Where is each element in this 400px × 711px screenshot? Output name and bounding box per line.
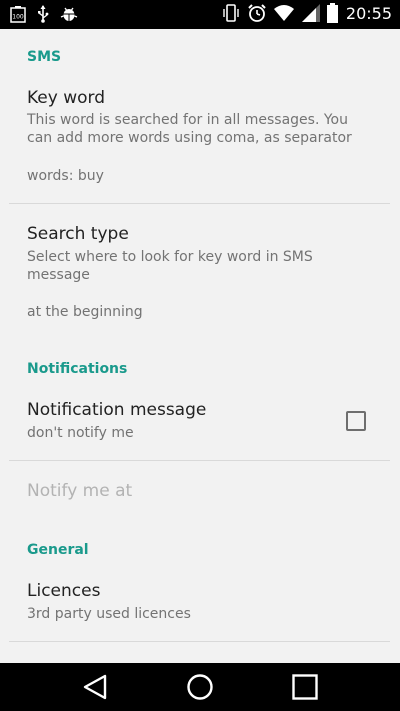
status-system-icons: 20:55 [221,3,392,23]
pref-search-type-value: at the beginning [27,304,143,320]
pref-licences-title: Licences [27,581,101,601]
navigation-bar [0,663,400,711]
recents-icon [292,674,318,700]
battery-full-notification-icon: 100 [10,6,26,23]
pref-key-word-value: words: buy [27,168,104,184]
pref-search-type-summary: Select where to look for key word in SMS… [27,249,313,283]
notification-message-checkbox[interactable] [346,411,366,431]
home-button[interactable] [183,671,217,703]
category-sms-header: SMS [27,49,62,65]
divider [9,203,390,204]
category-notifications-header: Notifications [27,361,128,377]
preferences-list: SMS Key word This word is searched for i… [0,29,400,663]
battery-icon [326,3,338,23]
back-button[interactable] [78,671,112,703]
usb-icon [38,5,49,23]
wifi-icon [273,5,294,21]
pref-notification-message-summary: don't notify me [27,425,134,441]
pref-key-word-summary: This word is searched for in all message… [27,112,352,146]
category-general-header: General [27,542,89,558]
back-icon [83,674,107,700]
status-bar: 100 20:55 [0,0,400,29]
alarm-icon [248,4,266,22]
recents-button[interactable] [288,671,322,703]
divider [9,460,390,461]
status-time: 20:55 [345,3,392,23]
vibrate-icon [223,4,239,22]
status-notifications: 100 [10,5,78,23]
android-debug-icon [60,7,78,21]
pref-key-word-title: Key word [27,88,106,108]
pref-search-type-title: Search type [27,224,129,244]
divider [9,641,390,642]
pref-licences-summary: 3rd party used licences [27,606,191,622]
pref-notify-me-at-title: Notify me at [27,481,133,501]
home-icon [187,674,213,700]
battery-notification-label: 100 [12,14,24,21]
signal-icon [301,4,320,22]
pref-notification-message-title: Notification message [27,400,207,420]
